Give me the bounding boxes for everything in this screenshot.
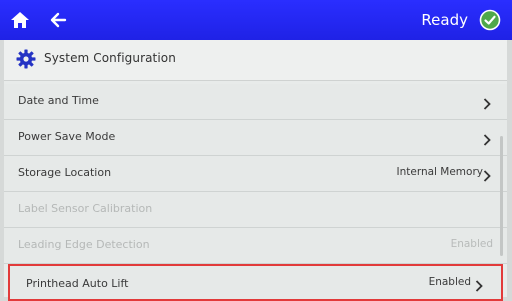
check-circle-icon (479, 9, 501, 31)
setting-label: Label Sensor Calibration (18, 202, 153, 215)
chevron-right-icon (475, 277, 483, 292)
setting-row-storage-location[interactable]: Storage Location Internal Memory (4, 156, 507, 192)
settings-list: Date and Time Power Save Mode Storage Lo… (4, 84, 507, 301)
setting-value: Internal Memory (396, 166, 483, 178)
setting-label: Date and Time (18, 94, 99, 107)
back-arrow-icon[interactable] (46, 8, 70, 32)
setting-label: Power Save Mode (18, 130, 116, 143)
chevron-right-icon (483, 131, 491, 146)
top-status-bar: Ready (0, 0, 512, 40)
setting-label: Leading Edge Detection (18, 238, 150, 251)
setting-row-date-time[interactable]: Date and Time (4, 84, 507, 120)
chevron-right-icon (483, 95, 491, 110)
gear-icon (15, 48, 37, 70)
setting-row-power-save[interactable]: Power Save Mode (4, 120, 507, 156)
setting-row-printhead-auto-lift[interactable]: Printhead Auto Lift Enabled (8, 264, 503, 301)
setting-value: Enabled (450, 238, 493, 250)
setting-label: Printhead Auto Lift (26, 277, 129, 290)
panel-header: System Configuration (4, 40, 507, 81)
settings-panel: System Configuration Date and Time Power… (4, 40, 507, 301)
setting-row-leading-edge-detection: Leading Edge Detection Enabled (4, 228, 507, 264)
page-title: System Configuration (44, 51, 176, 65)
home-icon[interactable] (8, 8, 32, 32)
setting-value: Enabled (428, 276, 471, 288)
chevron-right-icon (483, 167, 491, 182)
status-text: Ready (421, 11, 468, 29)
setting-label: Storage Location (18, 166, 112, 179)
scrollbar[interactable] (500, 136, 503, 256)
setting-row-label-sensor-calibration: Label Sensor Calibration (4, 192, 507, 228)
